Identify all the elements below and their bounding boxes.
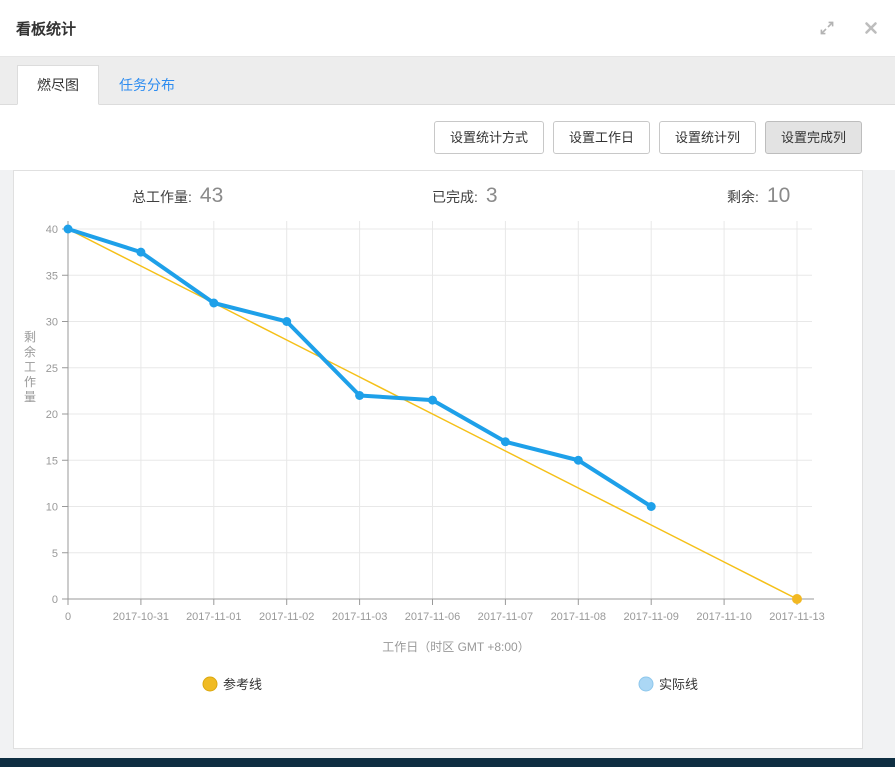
stat-remaining: 剩余: 10 [727,184,790,208]
stats-row: 总工作量: 43 已完成: 3 剩余: 10 [14,171,862,217]
kanban-statistics-dialog: 看板统计 [0,0,895,767]
actual-point [64,225,73,234]
legend-swatch [639,677,653,691]
svg-text:15: 15 [46,455,58,467]
dialog-body: 总工作量: 43 已完成: 3 剩余: 10 05101520253035400… [0,170,895,758]
svg-text:0: 0 [65,611,71,623]
header-icons [819,20,879,36]
svg-text:作: 作 [24,375,36,389]
legend-item-actual[interactable]: 实际线 [639,677,698,692]
stat-label: 剩余: [727,187,759,207]
svg-text:2017-11-10: 2017-11-10 [696,611,751,623]
tab-bar: 燃尽图 任务分布 [0,56,895,105]
reference-endpoint [792,594,802,604]
svg-text:20: 20 [46,409,58,421]
actual-point [282,317,291,326]
set-statistics-method-button[interactable]: 设置统计方式 [434,121,544,154]
burndown-panel: 总工作量: 43 已完成: 3 剩余: 10 05101520253035400… [13,170,863,749]
svg-text:2017-10-31: 2017-10-31 [113,611,169,623]
svg-text:2017-11-08: 2017-11-08 [551,611,606,623]
svg-text:余: 余 [24,344,36,359]
stat-value: 43 [200,184,223,208]
burndown-chart: 0 5 10 15 20 25 30 35 40 0 2017-10-31 2017-11-01 201… [14,217,862,748]
stat-value: 3 [486,184,498,208]
svg-text:5: 5 [52,548,58,560]
stat-total-workload: 总工作量: 43 [132,184,223,208]
svg-text:工: 工 [24,360,36,374]
svg-text:30: 30 [46,317,58,329]
svg-text:2017-11-01: 2017-11-01 [186,611,241,623]
svg-text:2017-11-03: 2017-11-03 [332,611,387,623]
set-workdays-button[interactable]: 设置工作日 [553,121,650,154]
svg-text:剩: 剩 [24,330,36,344]
svg-text:2017-11-06: 2017-11-06 [405,611,460,623]
legend-label: 实际线 [659,677,698,692]
y-axis-title: 剩余工作量 [24,330,36,404]
actual-point [355,391,364,400]
stat-label: 总工作量: [132,187,192,207]
toolbar: 设置统计方式 设置工作日 设置统计列 设置完成列 [0,105,895,170]
bottom-bar [0,758,895,767]
expand-icon[interactable] [819,20,835,36]
actual-point [647,502,656,511]
svg-text:2017-11-09: 2017-11-09 [623,611,678,623]
svg-text:2017-11-02: 2017-11-02 [259,611,314,623]
actual-point [501,437,510,446]
set-statistics-column-button[interactable]: 设置统计列 [659,121,756,154]
tab-task-distribution[interactable]: 任务分布 [99,65,195,105]
set-done-column-button[interactable]: 设置完成列 [765,121,862,154]
legend-label: 参考线 [223,677,262,692]
x-axis-title: 工作日（时区 GMT +8:00） [382,640,529,654]
legend-item-reference[interactable]: 参考线 [203,677,262,692]
svg-text:40: 40 [46,224,58,236]
actual-point [209,299,218,308]
svg-text:25: 25 [46,363,58,375]
legend-swatch [203,677,217,691]
stat-label: 已完成: [432,187,478,207]
svg-text:0: 0 [52,594,58,606]
dialog-header: 看板统计 [0,0,895,56]
actual-point [428,396,437,405]
stat-completed: 已完成: 3 [432,184,498,208]
svg-text:10: 10 [46,502,58,514]
actual-point [136,248,145,257]
svg-text:2017-11-07: 2017-11-07 [478,611,533,623]
actual-point [574,456,583,465]
dialog-title: 看板统计 [16,18,76,39]
axes: 0 5 10 15 20 25 30 35 40 0 2017-10-31 2017-11-01 201… [46,221,825,623]
tab-burndown-chart[interactable]: 燃尽图 [17,65,99,105]
svg-text:量: 量 [24,390,36,404]
stat-value: 10 [767,184,790,208]
close-icon[interactable] [863,20,879,36]
svg-text:35: 35 [46,270,58,282]
svg-text:2017-11-13: 2017-11-13 [769,611,824,623]
